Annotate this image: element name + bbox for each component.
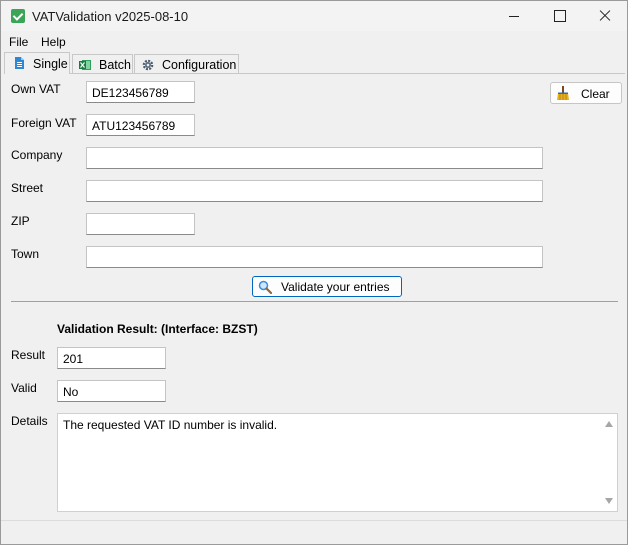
zip-input[interactable]	[86, 213, 195, 235]
close-window-button[interactable]	[582, 1, 628, 31]
own-vat-input[interactable]: DE123456789	[86, 81, 195, 103]
clear-button[interactable]: Clear	[550, 82, 622, 104]
tab-configuration[interactable]: Configuration	[134, 54, 239, 74]
details-textarea[interactable]: The requested VAT ID number is invalid.	[57, 413, 618, 512]
valid-field[interactable]: No	[57, 380, 166, 402]
status-bar	[1, 520, 627, 544]
tab-single-label: Single	[33, 57, 68, 71]
validation-result-heading: Validation Result: (Interface: BZST)	[57, 322, 258, 336]
company-label: Company	[11, 148, 63, 162]
gear-icon	[142, 59, 154, 71]
details-label: Details	[11, 414, 48, 428]
town-label: Town	[11, 247, 40, 261]
validate-button-label: Validate your entries	[281, 280, 390, 294]
town-input[interactable]	[86, 246, 543, 268]
result-label: Result	[11, 348, 46, 362]
menu-bar: File Help	[1, 32, 627, 51]
minimize-button[interactable]	[491, 1, 537, 31]
menu-file[interactable]: File	[9, 35, 28, 49]
app-window: VATValidation v2025-08-10 File Help Sing…	[0, 0, 628, 545]
street-label: Street	[11, 181, 44, 195]
zip-label: ZIP	[11, 214, 30, 228]
app-check-icon	[11, 9, 25, 23]
menu-help[interactable]: Help	[41, 35, 66, 49]
foreign-vat-label: Foreign VAT	[11, 116, 77, 130]
foreign-vat-input[interactable]: ATU123456789	[86, 114, 195, 136]
tab-configuration-label: Configuration	[162, 58, 237, 72]
details-text: The requested VAT ID number is invalid.	[63, 418, 278, 432]
company-input[interactable]	[86, 147, 543, 169]
magnifier-icon	[258, 280, 272, 294]
result-field[interactable]: 201	[57, 347, 166, 369]
document-icon	[15, 57, 24, 69]
broom-icon	[557, 86, 569, 100]
maximize-button[interactable]	[537, 1, 583, 31]
tab-batch-label: Batch	[99, 58, 131, 72]
section-divider	[11, 301, 618, 302]
street-input[interactable]	[86, 180, 543, 202]
tab-single[interactable]: Single	[4, 52, 70, 74]
own-vat-label: Own VAT	[11, 82, 61, 96]
scroll-up-arrow-icon[interactable]	[605, 421, 613, 427]
details-scrollbar[interactable]	[601, 414, 617, 511]
title-bar[interactable]: VATValidation v2025-08-10	[1, 1, 627, 31]
tab-strip: Single Batch Configuration	[1, 52, 627, 74]
validate-button[interactable]: Validate your entries	[252, 276, 402, 297]
valid-label: Valid	[11, 381, 37, 395]
clear-button-label: Clear	[581, 87, 610, 101]
window-title: VATValidation v2025-08-10	[32, 9, 189, 24]
excel-icon	[79, 60, 91, 70]
scroll-down-arrow-icon[interactable]	[605, 498, 613, 504]
tab-batch[interactable]: Batch	[72, 54, 133, 74]
